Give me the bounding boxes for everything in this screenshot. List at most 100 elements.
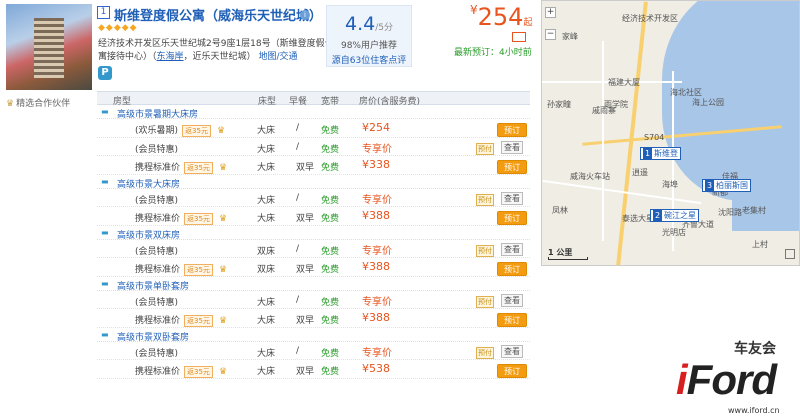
- prepay-badge: 预付: [476, 346, 494, 359]
- prepay-badge: 预付: [476, 244, 494, 257]
- info-icon[interactable]: i: [300, 10, 310, 20]
- partner-icon: ♛: [6, 99, 15, 109]
- pin-name: 碗江之星: [664, 211, 696, 220]
- rate-row: (会员特惠) 大床 / 免费 专享价 预付 查看: [97, 342, 530, 360]
- hotel-map-pin[interactable]: 1 斯维登: [640, 147, 681, 160]
- bed-icon: ▬: [101, 278, 109, 288]
- road: [602, 41, 604, 241]
- hotel-map-pin[interactable]: 2 碗江之星: [650, 209, 699, 222]
- nearby-area-link[interactable]: 东海岸: [157, 52, 184, 62]
- rebate-badge: 返35元: [184, 264, 213, 276]
- bed-type: 大床: [257, 126, 276, 136]
- rate-name: (会员特惠): [135, 297, 179, 308]
- gift-icon: ♛: [218, 163, 228, 173]
- wifi: 免费: [321, 316, 340, 326]
- map-place-label: 海埠: [662, 180, 678, 189]
- hotel-index-badge: 1: [97, 6, 110, 19]
- room-type-title[interactable]: ▬ 高级市景单卧套房: [97, 277, 530, 292]
- recommend-rate: 98%用户推荐: [340, 41, 397, 51]
- pin-number: 1: [643, 148, 652, 159]
- bed-icon: ▬: [101, 329, 109, 339]
- view-button[interactable]: 查看: [501, 293, 523, 307]
- gift-icon: ♛: [218, 367, 228, 377]
- rate-price: ¥538: [362, 362, 390, 375]
- map-place-label: 家峰: [562, 32, 578, 41]
- bed-type: 大床: [257, 297, 276, 308]
- rate-row: 携程标准价 返35元 ♛ 大床 双早 免费 ¥538 预订: [97, 360, 530, 379]
- gift-icon: ♛: [216, 126, 226, 136]
- rate-price: 专享价: [362, 194, 392, 206]
- book-button[interactable]: 预订: [497, 364, 527, 378]
- rate-name: 携程标准价 返35元 ♛: [135, 315, 228, 327]
- breakfast: /: [296, 141, 300, 152]
- wifi: 免费: [321, 246, 340, 257]
- rate-row: (会员特惠) 大床 / 免费 专享价 预付 查看: [97, 138, 530, 156]
- bed-icon: ▬: [101, 107, 109, 116]
- book-button[interactable]: 预订: [497, 262, 527, 276]
- pin-number: 2: [653, 210, 662, 221]
- zoom-out-button[interactable]: −: [545, 29, 556, 40]
- map-traffic-link[interactable]: 地图/交通: [258, 52, 297, 62]
- fullscreen-icon[interactable]: [785, 249, 795, 259]
- book-button[interactable]: 预订: [497, 160, 527, 174]
- map-place-label: 孙家疃: [547, 100, 571, 109]
- rating-box: 4.4/5分 98%用户推荐 源自63位住客点评: [326, 5, 412, 67]
- area-map[interactable]: + − 经济技术开发区 家峰 福建大厦 海北社区 孙家疃 戚雨寨 雨学院 海上公园 S704 逍遥…: [541, 0, 800, 266]
- room-type-title[interactable]: ▬ 高级市景双卧套房: [97, 328, 530, 343]
- map-place-label: 凤林: [552, 206, 568, 215]
- bed-type: 大床: [257, 195, 276, 206]
- hotel-name-link[interactable]: 斯维登度假公寓（威海乐天世纪城）: [114, 5, 322, 24]
- room-type-title[interactable]: ▬ 高级市景暑期大床房: [97, 105, 530, 120]
- breakfast: 双早: [296, 316, 315, 326]
- map-place-label: S704: [644, 133, 665, 142]
- hotel-photo[interactable]: [6, 4, 92, 90]
- rate-price: 专享价: [362, 143, 392, 155]
- wifi: 免费: [321, 126, 340, 136]
- breakfast: /: [296, 243, 300, 254]
- bed-type: 大床: [257, 163, 276, 173]
- prepay-badge: 预付: [476, 295, 494, 308]
- breakfast: 双早: [296, 214, 315, 224]
- rebate-badge: 返35元: [182, 125, 211, 137]
- view-button[interactable]: 查看: [501, 344, 523, 358]
- book-button[interactable]: 预订: [497, 123, 527, 137]
- hotel-map-pin[interactable]: 3 柏丽斯国: [702, 179, 751, 192]
- room-groups: ▬ 高级市景暑期大床房 (欢乐暑期) 返35元 ♛ 大床 / 免费 ¥254 预订 (会员特惠) 大床…: [97, 105, 530, 379]
- rate-name: (会员特惠): [135, 246, 179, 257]
- rate-name: (会员特惠): [135, 348, 179, 359]
- view-button[interactable]: 查看: [501, 242, 523, 256]
- room-type-title[interactable]: ▬ 高级市景大床房: [97, 175, 530, 190]
- gift-icon: ♛: [218, 214, 228, 224]
- review-count-link[interactable]: 源自63位住客点评: [327, 53, 411, 66]
- rate-name: 携程标准价 返35元 ♛: [135, 213, 228, 225]
- book-button[interactable]: 预订: [497, 313, 527, 327]
- view-button[interactable]: 查看: [501, 140, 523, 154]
- watermark-logo-text: iFord: [676, 356, 777, 403]
- bed-type: 大床: [257, 144, 276, 155]
- rebate-badge: 返35元: [184, 162, 213, 174]
- bed-icon: ▬: [101, 176, 109, 186]
- bed-type: 双床: [257, 246, 276, 257]
- table-header: 房型 床型 早餐 宽带 房价(含服务费): [97, 91, 530, 107]
- rate-price: ¥254: [362, 121, 390, 134]
- wifi: 免费: [321, 214, 340, 224]
- rate-name: (会员特惠): [135, 144, 179, 155]
- bed-icon: [512, 32, 526, 42]
- breakfast: /: [296, 123, 300, 133]
- view-button[interactable]: 查看: [501, 191, 523, 205]
- map-place-label: 福建大厦: [608, 78, 640, 87]
- rate-name: (会员特惠): [135, 195, 179, 206]
- bed-type: 大床: [257, 367, 276, 377]
- pin-name: 柏丽斯国: [716, 181, 748, 190]
- rate-row: 携程标准价 返35元 ♛ 大床 双早 免费 ¥388 预订: [97, 309, 530, 328]
- breakfast: /: [296, 294, 300, 305]
- room-type-title[interactable]: ▬ 高级市景双床房: [97, 226, 530, 241]
- breakfast: /: [296, 345, 300, 356]
- breakfast: 双早: [296, 265, 315, 275]
- map-place-label: 沈阳路: [718, 208, 742, 217]
- breakfast: 双早: [296, 367, 315, 377]
- zoom-in-button[interactable]: +: [545, 7, 556, 18]
- hotel-listing-page: ♛ 精选合作伙伴 1 斯维登度假公寓（威海乐天世纪城） i ◆◆◆◆◆ 经济技术开…: [0, 0, 800, 419]
- road: [672, 71, 674, 251]
- book-button[interactable]: 预订: [497, 211, 527, 225]
